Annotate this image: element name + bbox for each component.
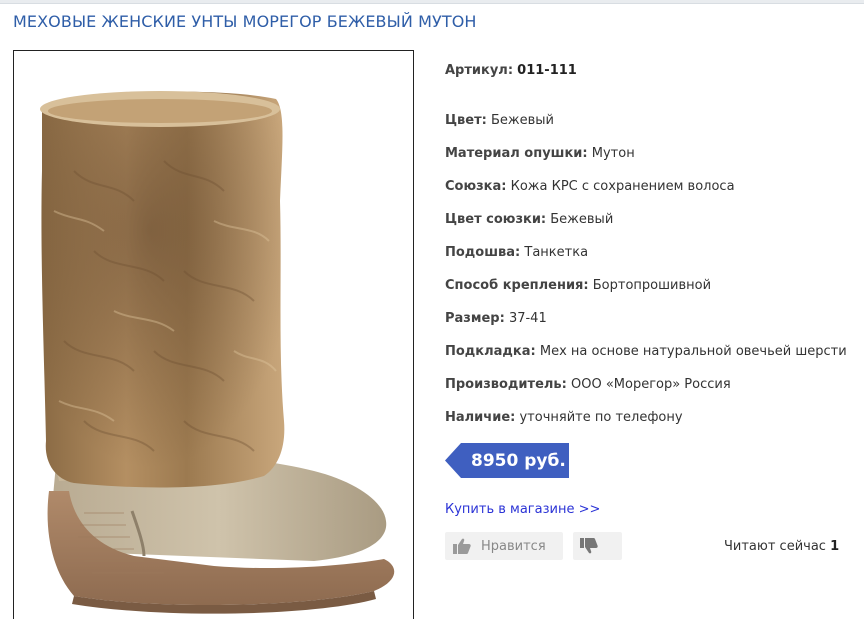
property-sole: Подошва: Танкетка xyxy=(445,245,589,260)
thumbs-down-icon xyxy=(580,538,598,558)
like-label: Нравится xyxy=(481,539,546,554)
property-manufacturer: Производитель: ООО «Морегор» Россия xyxy=(445,377,731,392)
reading-now-count: 1 xyxy=(830,539,840,554)
property-vamp-color: Цвет союзки: Бежевый xyxy=(445,212,614,227)
product-photo xyxy=(13,50,414,619)
price-value: 8950 руб. xyxy=(471,451,566,471)
property-trim-material: Материал опушки: Мутон xyxy=(445,146,635,161)
reading-now-label: Читают сейчас xyxy=(724,539,826,554)
page-title: МЕХОВЫЕ ЖЕНСКИЕ УНТЫ МОРЕГОР БЕЖЕВЫЙ МУТ… xyxy=(13,12,477,31)
like-button[interactable]: Нравится xyxy=(445,532,563,560)
property-lining: Подкладка: Мех на основе натуральной ове… xyxy=(445,344,847,359)
property-vamp: Союзка: Кожа КРС с сохранением волоса xyxy=(445,179,735,194)
property-article: Артикул: 011-111 xyxy=(445,63,577,78)
reading-now: Читают сейчас 1 xyxy=(724,539,839,554)
buy-in-store-link[interactable]: Купить в магазине >> xyxy=(445,502,600,517)
top-border xyxy=(0,0,864,4)
property-availability: Наличие: уточняйте по телефону xyxy=(445,410,683,425)
property-color: Цвет: Бежевый xyxy=(445,113,554,128)
dislike-button[interactable] xyxy=(573,532,622,560)
price-tag: 8950 руб. xyxy=(445,443,569,478)
thumbs-up-icon xyxy=(453,538,471,558)
property-fastening: Способ крепления: Бортопрошивной xyxy=(445,278,712,293)
property-size: Размер: 37-41 xyxy=(445,311,547,326)
